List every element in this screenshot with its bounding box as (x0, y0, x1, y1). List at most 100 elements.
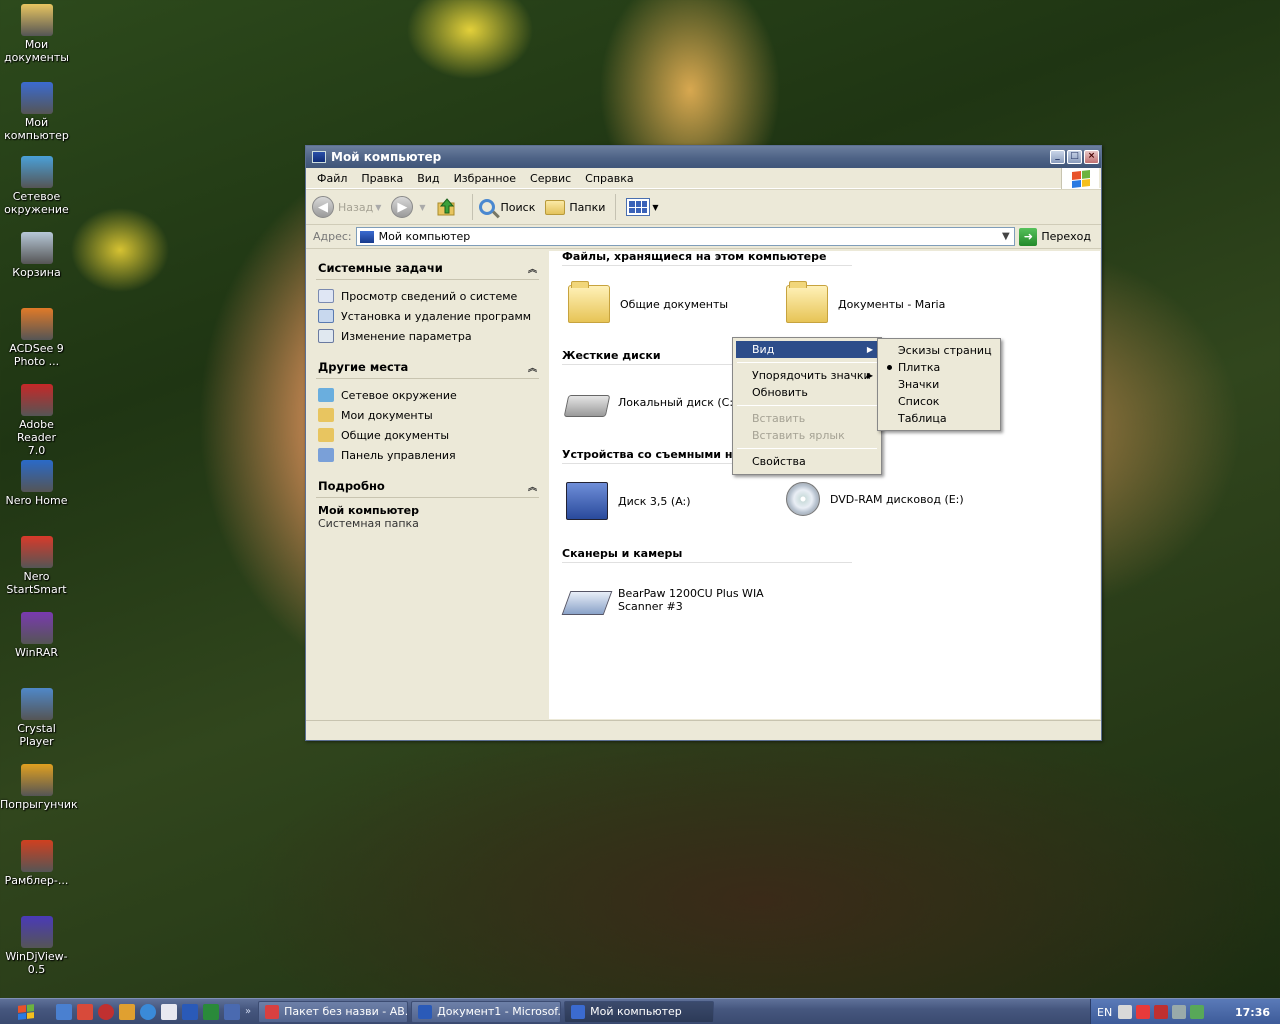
maria-documents-item[interactable]: Документы - Maria (786, 281, 945, 323)
menu-help[interactable]: Справка (578, 170, 640, 187)
views-icon (626, 198, 651, 216)
menu-favorites[interactable]: Избранное (447, 170, 523, 187)
desktop-icon[interactable]: Рамблер-... (0, 840, 73, 887)
ati-icon[interactable] (1136, 1005, 1151, 1019)
desktop-icon[interactable]: WinRAR (0, 612, 73, 659)
desktop-icon[interactable]: Nero Home (0, 460, 73, 507)
details-header[interactable]: Подробно ︽ (316, 477, 539, 498)
desktop-icon[interactable]: Сетевое окружение (0, 156, 73, 216)
view-thumbnails[interactable]: Эскизы страниц (881, 342, 997, 359)
task-ab-package[interactable]: Пакет без назви - AB... (258, 1000, 409, 1023)
forward-button[interactable]: ▶ ▼ (391, 196, 426, 218)
back-arrow-icon: ◀ (312, 196, 334, 218)
task-view-system-info[interactable]: Просмотр сведений о системе (318, 286, 539, 306)
submenu-arrow-icon: ▶ (866, 345, 873, 354)
item-label: Диск 3,5 (A:) (618, 494, 691, 508)
chevron-up-icon[interactable]: ︽ (528, 262, 537, 275)
desktop-icon[interactable]: Корзина (0, 232, 73, 279)
notepad-icon[interactable] (161, 1003, 177, 1020)
desktop-icon[interactable]: Nero StartSmart (0, 536, 73, 596)
show-desktop-icon[interactable] (56, 1003, 72, 1020)
go-button[interactable]: ➜ Переход (1019, 227, 1097, 246)
place-network[interactable]: Сетевое окружение (318, 385, 539, 405)
system-tasks-header[interactable]: Системные задачи ︽ (316, 259, 539, 280)
excel-icon[interactable] (203, 1003, 219, 1020)
scanner-item[interactable]: BearPaw 1200CU Plus WIA Scanner #3 (561, 585, 764, 615)
my-computer-icon[interactable] (224, 1003, 240, 1020)
minimize-button[interactable]: _ (1050, 150, 1065, 164)
internet-explorer-icon[interactable] (140, 1003, 156, 1020)
volume-icon[interactable] (1172, 1005, 1187, 1019)
ctx-view[interactable]: Вид ▶ (736, 341, 878, 358)
control-panel-icon (318, 329, 334, 343)
floppy-item[interactable]: Диск 3,5 (A:) (566, 482, 691, 520)
task-word-document[interactable]: Документ1 - Microsof... (411, 1000, 562, 1023)
menu-edit[interactable]: Правка (354, 170, 410, 187)
place-control-panel[interactable]: Панель управления (318, 445, 539, 465)
other-places-header[interactable]: Другие места ︽ (316, 358, 539, 379)
adobe-reader-icon (20, 384, 53, 416)
place-label: Мои документы (341, 408, 433, 422)
opera-icon[interactable] (77, 1003, 93, 1020)
desktop-icon[interactable]: ACDSee 9 Photo ... (0, 308, 73, 368)
desktop-icon[interactable]: Мой компьютер (0, 82, 73, 142)
task-add-remove-programs[interactable]: Установка и удаление программ (318, 306, 539, 326)
task-change-setting[interactable]: Изменение параметра (318, 326, 539, 346)
view-tiles[interactable]: Плитка (881, 359, 997, 376)
folders-button[interactable]: Папки (545, 199, 605, 215)
my-computer-icon (20, 82, 53, 114)
menu-file[interactable]: Файл (310, 170, 354, 187)
local-disk-item[interactable]: Локальный диск (C:) (563, 387, 737, 417)
menu-view[interactable]: Вид (410, 170, 446, 187)
ctx-view-label: Вид (752, 343, 775, 356)
tray-app-icon[interactable] (1154, 1005, 1169, 1019)
up-button[interactable] (436, 197, 462, 217)
search-button[interactable]: Поиск (478, 199, 536, 215)
address-dropdown[interactable]: ▼ (997, 228, 1014, 245)
place-my-documents[interactable]: Мои документы (318, 405, 539, 425)
view-list[interactable]: Список (881, 393, 997, 410)
close-button[interactable]: × (1084, 150, 1099, 164)
chevron-up-icon[interactable]: ︽ (528, 361, 537, 374)
search-label: Поиск (500, 200, 536, 214)
ctx-refresh[interactable]: Обновить (736, 384, 878, 401)
show-hidden-icons-icon[interactable] (1118, 1005, 1133, 1019)
ctx-properties[interactable]: Свойства (736, 453, 878, 470)
nero-icon[interactable] (119, 1003, 135, 1020)
maximize-button[interactable]: □ (1067, 150, 1082, 164)
submenu-arrow-icon: ▶ (866, 371, 873, 380)
desktop-icon[interactable]: Мои документы (0, 4, 73, 64)
shared-documents-item[interactable]: Общие документы (568, 281, 728, 323)
status-bar (306, 720, 1101, 740)
dvd-drive-item[interactable]: DVD-RAM дисковод (E:) (786, 482, 964, 516)
view-details[interactable]: Таблица (881, 410, 997, 427)
address-field[interactable]: Мой компьютер ▼ (355, 227, 1016, 246)
desktop-icon[interactable]: Adobe Reader 7.0 (0, 384, 73, 457)
task-my-computer[interactable]: Мой компьютер (564, 1000, 715, 1023)
views-button[interactable]: ▼ (622, 198, 659, 216)
place-shared-documents[interactable]: Общие документы (318, 425, 539, 445)
start-button[interactable] (0, 1000, 52, 1024)
acdsee-icon[interactable] (98, 1003, 114, 1020)
menu-tools[interactable]: Сервис (523, 170, 578, 187)
desktop-icon[interactable]: Попрыгунчик (0, 764, 78, 811)
network-icon[interactable] (1190, 1005, 1205, 1019)
quick-launch-more-icon[interactable]: » (245, 1006, 251, 1017)
place-label: Общие документы (341, 428, 450, 442)
task-label: Мой компьютер (590, 1005, 682, 1018)
chevron-down-icon: ▼ (375, 202, 382, 212)
back-button[interactable]: ◀ Назад ▼ (312, 196, 381, 218)
toolbar: ◀ Назад ▼ ▶ ▼ Поиск Папки ▼ (306, 189, 1101, 225)
explorer-window: Мой компьютер _ □ × Файл Правка Вид Избр… (305, 145, 1102, 741)
desktop-icon-label: Nero StartSmart (6, 570, 67, 596)
desktop-icon[interactable]: WinDjView-0.5 (0, 916, 73, 976)
clock[interactable]: 17:36 (1235, 1006, 1270, 1019)
address-label: Адрес: (313, 230, 352, 243)
title-bar[interactable]: Мой компьютер _ □ × (306, 146, 1101, 168)
language-indicator[interactable]: EN (1097, 1006, 1112, 1019)
view-icons[interactable]: Значки (881, 376, 997, 393)
ctx-arrange-icons[interactable]: Упорядочить значки ▶ (736, 367, 878, 384)
chevron-up-icon[interactable]: ︽ (528, 480, 537, 493)
desktop-icon[interactable]: Crystal Player (0, 688, 73, 748)
word-icon[interactable] (182, 1003, 198, 1020)
